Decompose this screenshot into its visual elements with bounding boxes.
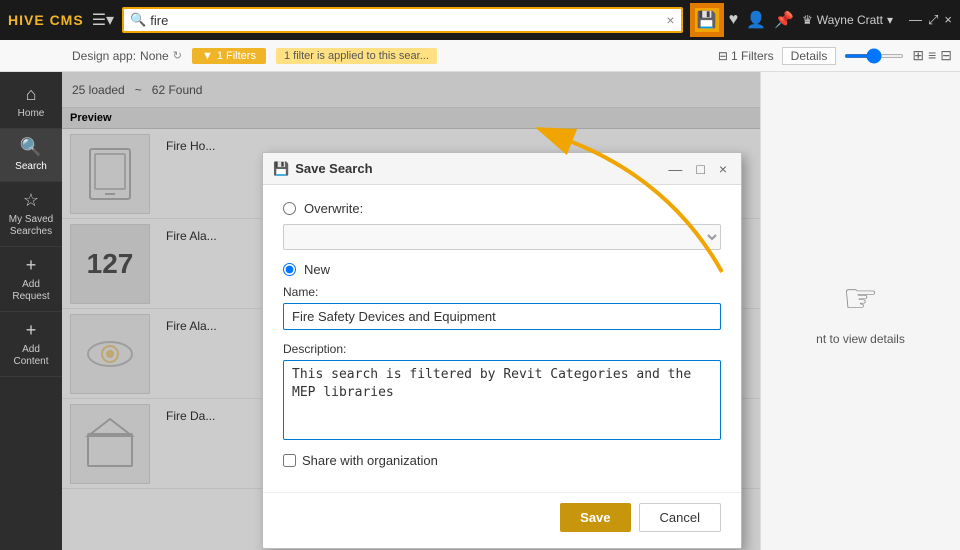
dialog-titlebar: 💾 Save Search — □ × — [263, 153, 741, 185]
table-view-icon[interactable]: ⊟ — [940, 47, 952, 64]
overwrite-label[interactable]: Overwrite: — [304, 201, 363, 216]
sidebar-item-search[interactable]: 🔍 Search — [0, 129, 62, 182]
view-icons: ⊞ ≡ ⊟ — [912, 47, 952, 64]
search-icon: 🔍 — [20, 137, 42, 158]
maximize-icon[interactable]: ⤢ — [928, 12, 938, 28]
main-area: ⌂ Home 🔍 Search ☆ My Saved Searches + Ad… — [0, 72, 960, 550]
dialog-maximize[interactable]: □ — [692, 161, 708, 177]
user-menu[interactable]: ♛ Wayne Cratt ▾ — [802, 13, 893, 27]
sidebar-item-add-request[interactable]: + Add Request — [0, 247, 62, 312]
crown-icon: ♛ — [802, 13, 813, 27]
user-icon[interactable]: 👤 — [746, 10, 766, 30]
heart-icon[interactable]: ♥ — [729, 11, 739, 29]
app-logo: HIVE CMS — [8, 12, 84, 28]
right-panel: ☞ nt to view details — [760, 72, 960, 550]
search-bar: 🔍 × — [122, 7, 683, 33]
chevron-down-icon: ▾ — [887, 13, 893, 27]
window-controls: — ⤢ × — [909, 12, 952, 28]
filter-info: 1 filter is applied to this sear... — [276, 48, 437, 64]
new-label[interactable]: New — [304, 262, 330, 277]
new-option: New — [283, 262, 721, 277]
filter-icon: ▼ — [202, 50, 213, 62]
plus-icon: + — [26, 255, 37, 276]
details-button[interactable]: Details — [782, 47, 837, 65]
minimize-icon[interactable]: — — [909, 12, 922, 28]
save-search-button[interactable]: 💾 — [693, 6, 721, 34]
design-app: Design app: None ↻ — [72, 49, 182, 63]
dialog-title-text: Save Search — [295, 161, 372, 176]
dialog-close[interactable]: × — [715, 161, 731, 177]
save-button[interactable]: Save — [560, 503, 630, 532]
sidebar-item-label: My Saved Searches — [4, 214, 58, 238]
filters-label: 1 Filters — [731, 49, 774, 63]
close-icon[interactable]: × — [944, 12, 952, 28]
hint-text: nt to view details — [816, 332, 905, 346]
name-input[interactable] — [283, 303, 721, 330]
star-icon: ☆ — [23, 190, 39, 211]
overwrite-dropdown[interactable] — [283, 224, 721, 250]
spinner-icon: ↻ — [173, 49, 182, 62]
zoom-slider[interactable] — [844, 54, 904, 58]
save-icon: 💾 — [697, 10, 717, 30]
content-area: 25 loaded ~ 62 Found Preview — [62, 72, 760, 550]
share-option: Share with organization — [283, 453, 721, 468]
share-checkbox[interactable] — [283, 454, 296, 467]
overwrite-radio[interactable] — [283, 202, 296, 215]
sidebar-item-home[interactable]: ⌂ Home — [0, 76, 62, 129]
sidebar-item-label: Search — [15, 161, 47, 173]
design-app-value: None — [140, 49, 169, 63]
sidebar-item-label: Add Content — [4, 344, 58, 368]
dialog-footer: Save Cancel — [263, 492, 741, 548]
topbar: HIVE CMS ☰▾ 🔍 × 💾 ♥ 👤 📌 ♛ Wayne Cratt ▾ … — [0, 0, 960, 40]
overwrite-option: Overwrite: — [283, 201, 721, 216]
search-icon: 🔍 — [130, 12, 146, 28]
dialog-minimize[interactable]: — — [664, 161, 686, 177]
menu-icon[interactable]: ☰▾ — [92, 10, 114, 30]
list-view-icon[interactable]: ≡ — [928, 47, 936, 64]
username: Wayne Cratt — [817, 13, 883, 27]
topbar-icons: ♥ 👤 📌 — [729, 10, 794, 30]
save-search-dialog: 💾 Save Search — □ × Overwrite: — [262, 152, 742, 549]
sidebar-item-add-content[interactable]: + Add Content — [0, 312, 62, 377]
search-clear-icon[interactable]: × — [666, 12, 674, 28]
plus-icon: + — [26, 320, 37, 341]
design-app-label: Design app: — [72, 49, 136, 63]
sidebar-item-saved-searches[interactable]: ☆ My Saved Searches — [0, 182, 62, 247]
pin-icon[interactable]: 📌 — [774, 10, 794, 30]
sidebar-item-label: Home — [18, 108, 45, 120]
dialog-title: 💾 Save Search — [273, 161, 373, 177]
funnel-icon: ⊟ — [718, 49, 728, 63]
filters-toggle[interactable]: ⊟ 1 Filters — [718, 49, 774, 63]
home-icon: ⌂ — [26, 84, 37, 105]
name-field-label: Name: — [283, 285, 721, 299]
sidebar: ⌂ Home 🔍 Search ☆ My Saved Searches + Ad… — [0, 72, 62, 550]
search-input[interactable] — [150, 13, 662, 28]
dialog-controls: — □ × — [664, 161, 731, 177]
subheader: Design app: None ↻ ▼ 1 Filters 1 filter … — [0, 40, 960, 72]
dialog-content: Overwrite: New Name: Description: This s… — [263, 185, 741, 484]
sidebar-item-label: Add Request — [4, 279, 58, 303]
description-field-label: Description: — [283, 342, 721, 356]
dialog-save-icon: 💾 — [273, 161, 289, 177]
new-radio[interactable] — [283, 263, 296, 276]
subheader-right: ⊟ 1 Filters Details ⊞ ≡ ⊟ — [718, 47, 952, 65]
share-label[interactable]: Share with organization — [302, 453, 438, 468]
filter-count: 1 Filters — [217, 50, 256, 62]
hand-pointer-icon: ☞ — [843, 276, 879, 322]
filters-button[interactable]: ▼ 1 Filters — [192, 48, 266, 64]
description-input[interactable]: This search is filtered by Revit Categor… — [283, 360, 721, 440]
cancel-button[interactable]: Cancel — [639, 503, 721, 532]
grid-view-icon[interactable]: ⊞ — [912, 47, 924, 64]
